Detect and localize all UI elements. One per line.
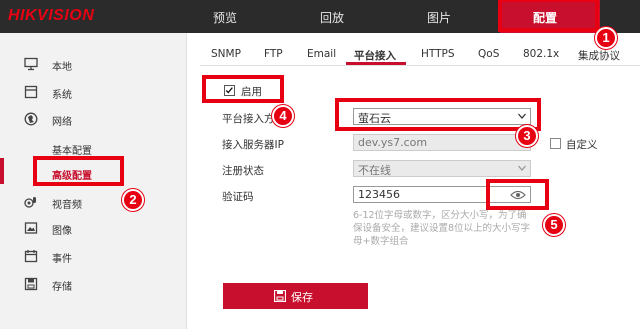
step-badge-1: 1 (595, 27, 617, 49)
highlight-box-advanced (33, 156, 124, 186)
server-ip-field[interactable]: dev.ys7.com (353, 134, 531, 151)
sidebar-item-network[interactable]: 网络 (0, 107, 187, 133)
highlight-box-platform (335, 98, 541, 131)
sidebar-active-indicator (0, 158, 4, 184)
sidebar-item-image[interactable]: 图像 (0, 216, 187, 242)
highlight-box-enable (202, 75, 284, 103)
sidebar-item-label: 图像 (52, 226, 72, 237)
verification-code-label: 验证码 (222, 191, 254, 203)
step-badge-3: 3 (516, 125, 538, 147)
save-icon (274, 290, 286, 302)
storage-icon (24, 277, 38, 291)
video-audio-icon (24, 197, 36, 208)
server-ip-value: dev.ys7.com (358, 136, 428, 149)
sidebar-item-local[interactable]: 本地 (0, 52, 187, 78)
save-button-label: 保存 (291, 291, 313, 304)
sidebar-item-system[interactable]: 系统 (0, 80, 187, 106)
verification-code-value: 123456 (358, 188, 400, 201)
step-badge-5: 5 (543, 214, 565, 236)
tab-8021x[interactable]: 802.1x (523, 48, 559, 60)
sidebar-item-event[interactable]: 事件 (0, 244, 187, 270)
sidebar-item-label: 网络 (52, 117, 72, 128)
verification-code-hint: 6-12位字母或数字，区分大小写，为了确保设备安全，建议设置8位以上的大小写字母… (353, 210, 531, 247)
sidebar-item-label: 事件 (52, 254, 72, 265)
tab-platform-access[interactable]: 平台接入 (354, 48, 396, 63)
tab-ftp[interactable]: FTP (264, 48, 283, 60)
globe-icon (24, 112, 38, 126)
step-badge-2: 2 (122, 189, 144, 211)
custom-checkbox[interactable] (550, 138, 561, 149)
tab-qos[interactable]: QoS (478, 48, 499, 60)
tab-https[interactable]: HTTPS (421, 48, 455, 60)
chevron-down-icon (518, 165, 526, 171)
custom-label: 自定义 (566, 139, 598, 151)
nav-preview[interactable]: 预览 (213, 9, 237, 26)
sidebar-item-label: 存储 (52, 282, 72, 293)
brand-logo: HIKVISION (8, 7, 95, 24)
tab-email[interactable]: Email (307, 48, 336, 60)
step-badge-4: 4 (272, 105, 294, 127)
sidebar-subitem-basic[interactable]: 基本配置 (52, 142, 92, 157)
sidebar-item-label: 视音频 (52, 200, 82, 211)
save-button[interactable]: 保存 (223, 283, 368, 309)
calendar-icon (24, 250, 38, 263)
sidebar-item-label: 本地 (52, 62, 72, 73)
sidebar-item-video-audio[interactable]: 视音频 (0, 190, 187, 216)
server-ip-label: 接入服务器IP (222, 139, 284, 151)
active-tab-indicator (346, 62, 406, 65)
tab-integration-protocol[interactable]: 集成协议 (578, 48, 620, 63)
highlight-box-eye (486, 179, 549, 210)
system-icon (24, 85, 38, 99)
image-icon (24, 222, 38, 234)
nav-picture[interactable]: 图片 (427, 9, 451, 26)
nav-playback[interactable]: 回放 (320, 9, 344, 26)
sidebar-item-label: 系统 (52, 90, 72, 101)
highlight-box-config (498, 0, 599, 32)
registration-status-select: 不在线 (353, 160, 531, 177)
registration-status-label: 注册状态 (222, 165, 264, 177)
registration-status-value: 不在线 (358, 164, 391, 177)
sidebar-item-storage[interactable]: 存储 (0, 272, 187, 298)
tab-snmp[interactable]: SNMP (211, 48, 241, 60)
monitor-icon (24, 57, 38, 71)
